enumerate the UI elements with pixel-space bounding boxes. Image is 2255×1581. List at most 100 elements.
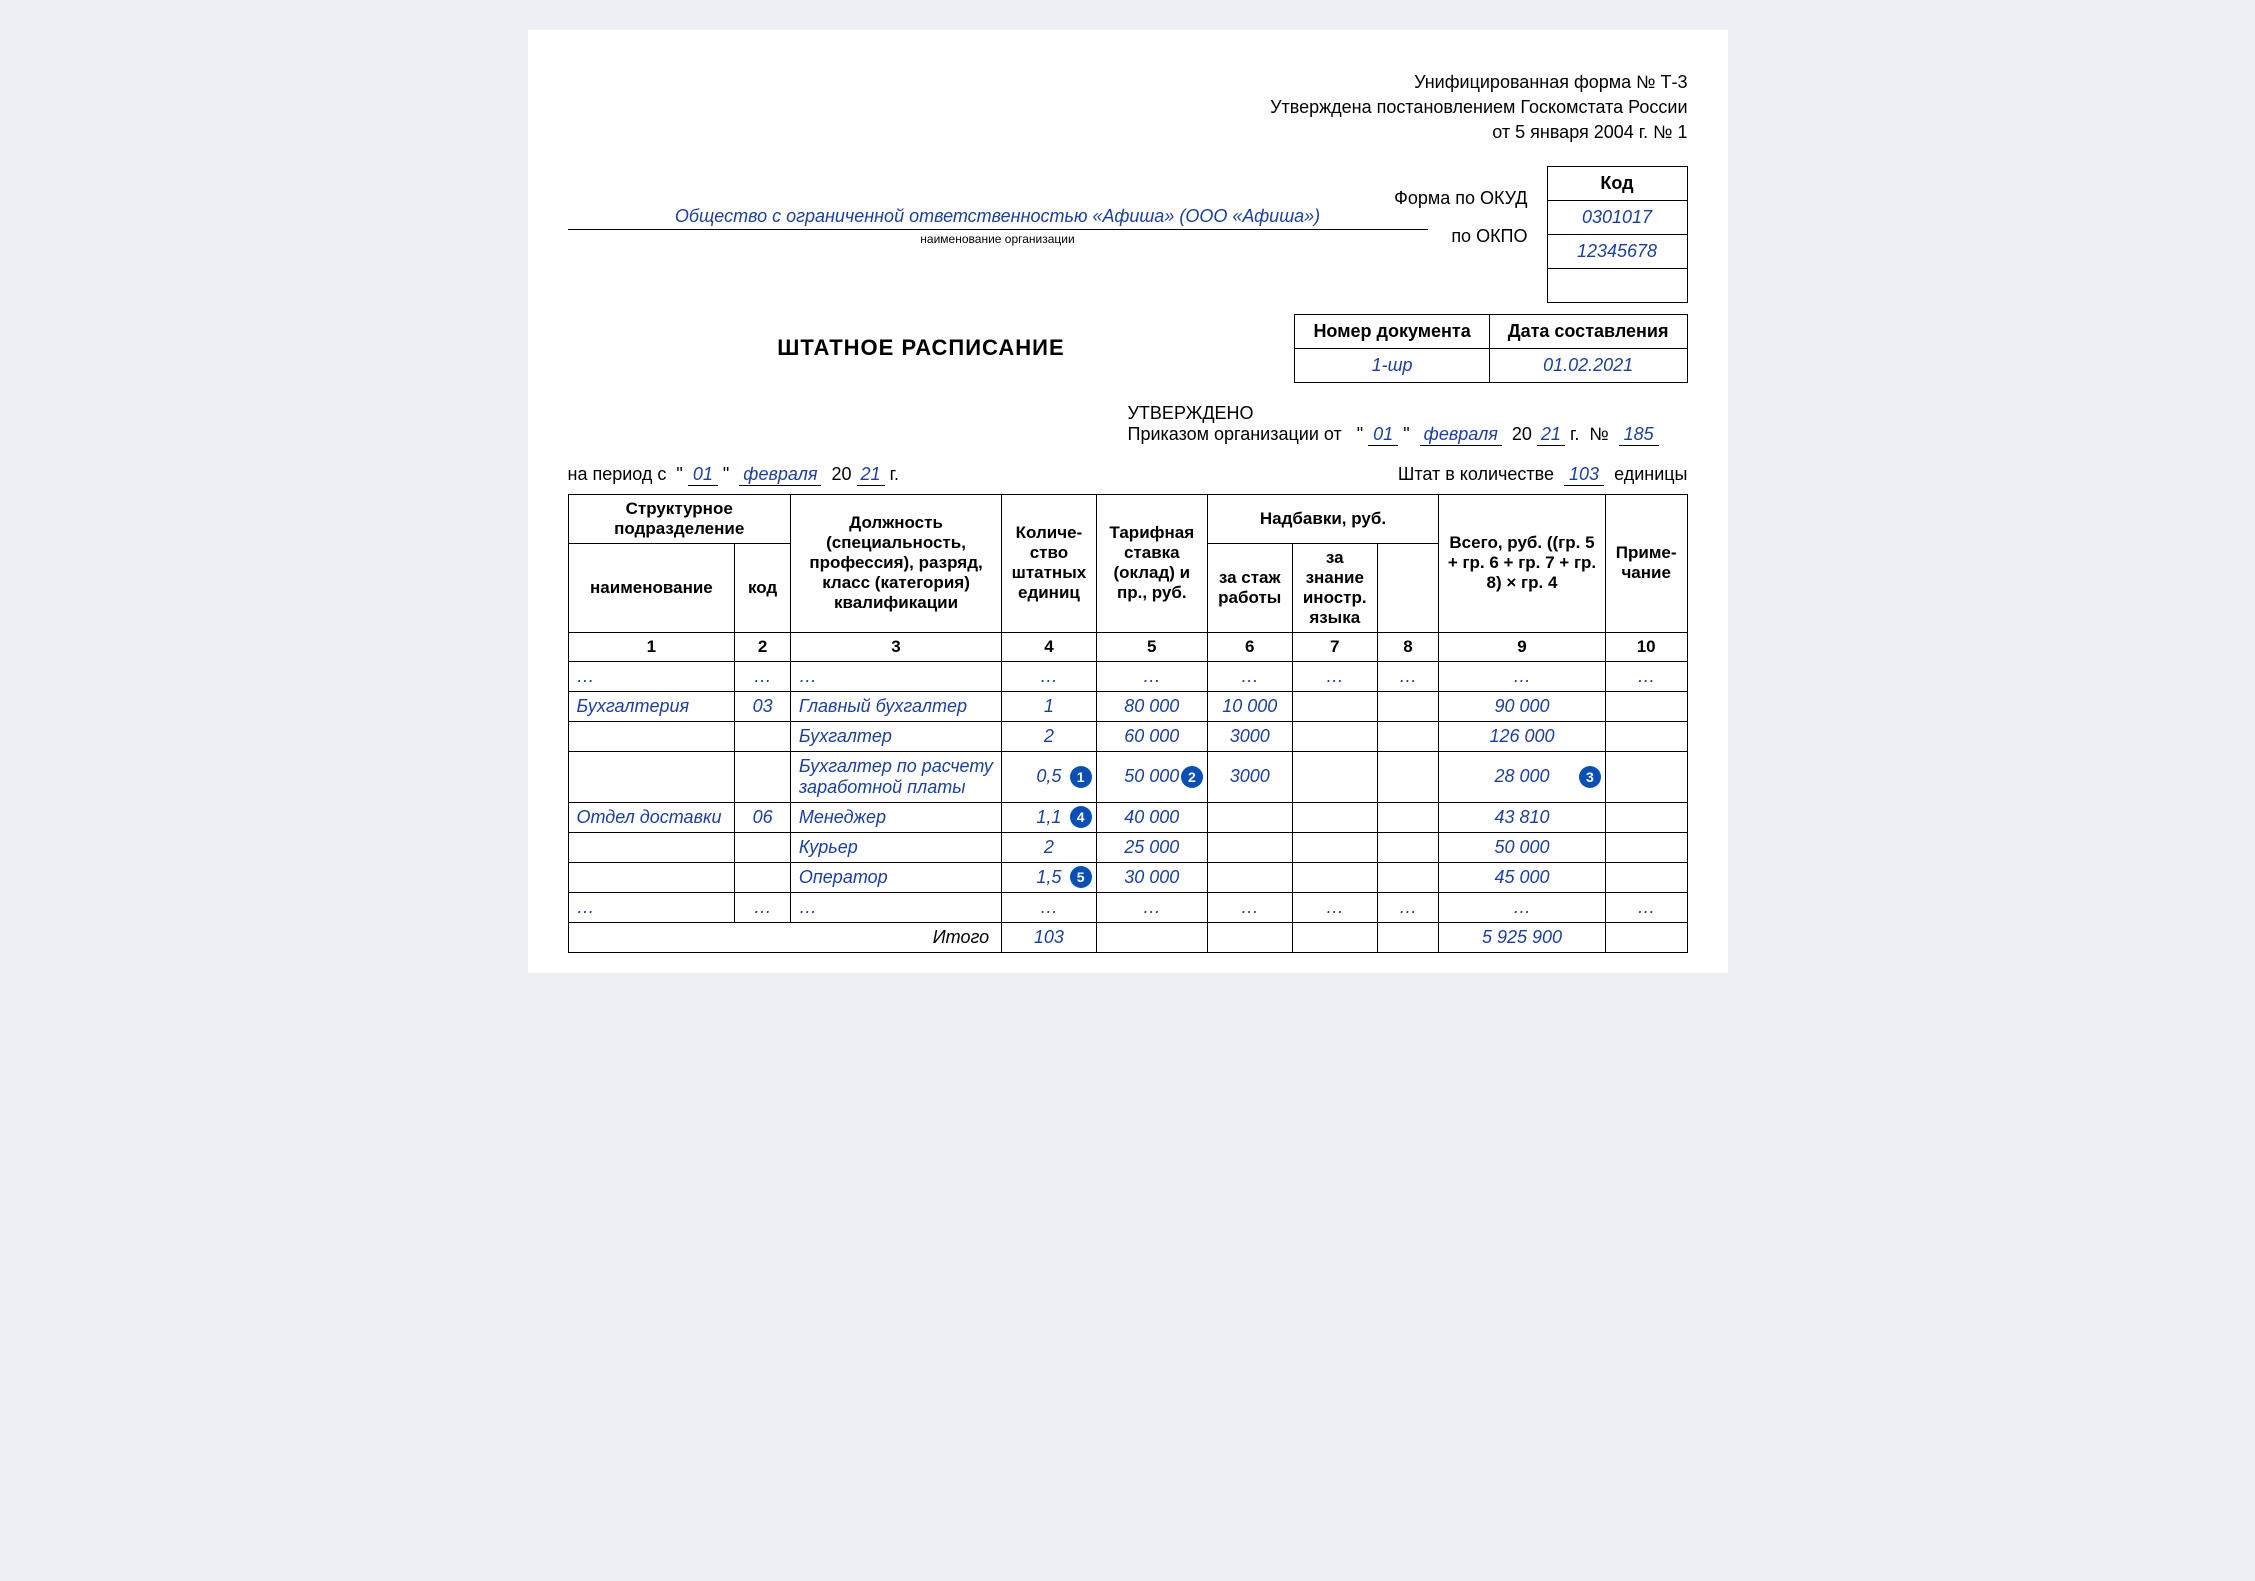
- totals-total: 5 925 900: [1439, 922, 1606, 952]
- annotation-badge: 1: [1070, 766, 1092, 788]
- approved-num-sign: №: [1589, 424, 1608, 444]
- doc-number-value: 1-шр: [1295, 348, 1489, 382]
- doc-number-header: Номер документа: [1295, 314, 1489, 348]
- col-num: 4: [1002, 632, 1097, 661]
- quote: ": [676, 464, 682, 484]
- table-cell: Бухгалтерия: [568, 691, 735, 721]
- table-cell: [1605, 721, 1687, 751]
- table-cell: [735, 751, 791, 802]
- table-cell: [1292, 751, 1377, 802]
- table-cell: 03: [735, 691, 791, 721]
- form-header-line3: от 5 января 2004 г. № 1: [568, 120, 1688, 145]
- table-cell: Бухгалтер: [790, 721, 1001, 751]
- table-cell: 30 000: [1096, 862, 1207, 892]
- table-cell: …: [1377, 892, 1438, 922]
- approved-day: 01: [1368, 424, 1398, 446]
- document-page: Унифицированная форма № Т-3 Утверждена п…: [528, 30, 1728, 973]
- table-cell: 10 000: [1207, 691, 1292, 721]
- annotation-badge: 3: [1579, 766, 1601, 788]
- table-row: Бухгалтерия03Главный бухгалтер180 00010 …: [568, 691, 1687, 721]
- table-cell: 3000: [1207, 751, 1292, 802]
- table-cell: …: [735, 892, 791, 922]
- quote: ": [1403, 424, 1409, 444]
- annotation-badge: 5: [1070, 866, 1092, 888]
- table-cell: 2: [1002, 832, 1097, 862]
- period-prefix: на период с: [568, 464, 667, 484]
- table-cell: …: [790, 661, 1001, 691]
- table-cell: 50 0002: [1096, 751, 1207, 802]
- table-cell: 80 000: [1096, 691, 1207, 721]
- approved-prefix: Приказом организации от: [1128, 424, 1342, 444]
- staff-value: 103: [1564, 464, 1604, 486]
- col-num: 3: [790, 632, 1001, 661]
- col-struct: Структурное подразделение: [568, 494, 790, 543]
- table-cell: …: [1605, 892, 1687, 922]
- okud-label: Форма по ОКУД: [568, 188, 1528, 226]
- col-num: 5: [1096, 632, 1207, 661]
- doc-date-header: Дата составления: [1489, 314, 1687, 348]
- table-cell: 28 0003: [1439, 751, 1606, 802]
- staff-block: Штат в количестве 103 единицы: [1398, 464, 1688, 486]
- table-cell: [1605, 862, 1687, 892]
- table-cell: [1377, 691, 1438, 721]
- table-cell: [735, 721, 791, 751]
- period-block: на период с " 01 " февраля 20 21 г.: [568, 464, 899, 486]
- table-cell: [568, 751, 735, 802]
- table-cell: …: [1096, 892, 1207, 922]
- approved-num: 185: [1619, 424, 1659, 446]
- table-cell: 1: [1002, 691, 1097, 721]
- table-cell: [1207, 832, 1292, 862]
- table-cell: …: [1096, 661, 1207, 691]
- table-cell: Оператор: [790, 862, 1001, 892]
- col-allow2: за знание иностр. языка: [1292, 543, 1377, 632]
- period-year-prefix: 20: [832, 464, 852, 484]
- col-num: 2: [735, 632, 791, 661]
- approved-heading: УТВЕРЖДЕНО: [1128, 403, 1688, 424]
- col-units: Количе­ство штат­ных единиц: [1002, 494, 1097, 632]
- table-cell: [735, 862, 791, 892]
- form-header-line2: Утверждена постановлением Госкомстата Ро…: [568, 95, 1688, 120]
- table-cell: …: [1207, 661, 1292, 691]
- form-header: Унифицированная форма № Т-3 Утверждена п…: [568, 70, 1688, 146]
- table-cell: [1292, 802, 1377, 832]
- table-cell: [568, 862, 735, 892]
- col-note: Приме­чание: [1605, 494, 1687, 632]
- table-cell: Менеджер: [790, 802, 1001, 832]
- table-cell: 1,55: [1002, 862, 1097, 892]
- table-cell: [1377, 862, 1438, 892]
- col-allow1: за стаж работы: [1207, 543, 1292, 632]
- table-cell: …: [1439, 892, 1606, 922]
- table-cell: 40 000: [1096, 802, 1207, 832]
- table-cell: [1377, 832, 1438, 862]
- table-cell: …: [568, 661, 735, 691]
- period-month: февраля: [739, 464, 821, 486]
- table-cell: [568, 721, 735, 751]
- period-year: 21: [857, 464, 885, 486]
- table-cell: [1292, 721, 1377, 751]
- table-cell: 0,51: [1002, 751, 1097, 802]
- okpo-label: по ОКПО: [568, 226, 1528, 264]
- table-cell: Бухгалтер по расчету заработной платы: [790, 751, 1001, 802]
- table-cell: [1207, 862, 1292, 892]
- table-cell: [1292, 691, 1377, 721]
- table-cell: …: [1377, 661, 1438, 691]
- approved-line: Приказом организации от " 01 " февраля 2…: [1128, 424, 1688, 446]
- table-row: …………………………: [568, 892, 1687, 922]
- col-rate: Тарифная ставка (оклад) и пр., руб.: [1096, 494, 1207, 632]
- table-cell: [1605, 691, 1687, 721]
- annotation-badge: 2: [1181, 766, 1203, 788]
- col-name: наименование: [568, 543, 735, 632]
- table-cell: …: [1605, 661, 1687, 691]
- table-cell: 60 000: [1096, 721, 1207, 751]
- table-cell: 3000: [1207, 721, 1292, 751]
- codes-empty-cell: [1547, 268, 1687, 302]
- table-cell: …: [568, 892, 735, 922]
- table-cell: …: [735, 661, 791, 691]
- col-num: 10: [1605, 632, 1687, 661]
- table-cell: [1377, 721, 1438, 751]
- col-num: 6: [1207, 632, 1292, 661]
- period-g: г.: [890, 464, 899, 484]
- col-code: код: [735, 543, 791, 632]
- col-num: 8: [1377, 632, 1438, 661]
- staff-unit: единицы: [1614, 464, 1687, 484]
